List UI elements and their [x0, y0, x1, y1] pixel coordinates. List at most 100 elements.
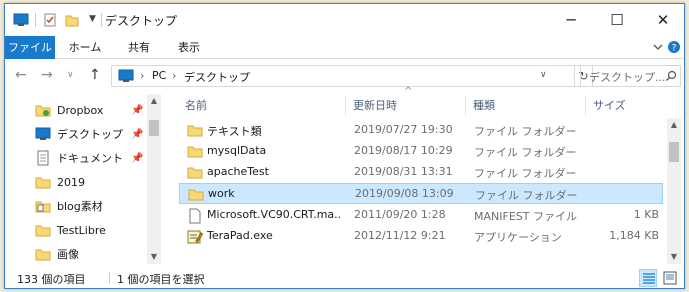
nav-item-blog[interactable]: blog素材	[35, 194, 145, 218]
minimize-button[interactable]: ─	[548, 4, 594, 35]
nav-item-label: TestLibre	[57, 223, 106, 237]
desktop-icon	[35, 127, 51, 140]
file-row[interactable]: apacheTest 2019/08/31 13:31 ファイル フォルダー	[179, 162, 663, 183]
selected-count: 1 個の項目を選択	[117, 273, 205, 286]
nav-scrollbar[interactable]: ▲ ▼	[147, 94, 161, 264]
nav-item-label: Dropbox	[57, 103, 104, 117]
details-view-icon[interactable]	[639, 269, 657, 287]
file-name: Microsoft.VC90.CRT.ma...	[207, 208, 342, 221]
tab-view[interactable]: 表示	[165, 36, 213, 59]
file-type: MANIFEST ファイル	[474, 210, 577, 223]
dropbox-folder-icon	[35, 105, 51, 117]
recent-locations-button[interactable]: ∨	[67, 70, 74, 80]
nav-item-label: ドキュメント	[57, 152, 123, 165]
file-row[interactable]: テキスト類 2019/07/27 19:30 ファイル フォルダー	[179, 120, 663, 141]
file-date: 2019/08/17 10:29	[354, 144, 453, 157]
breadcrumb-pc[interactable]: PC	[152, 69, 166, 82]
nav-item-label: 画像	[57, 248, 79, 261]
file-type: ファイル フォルダー	[474, 167, 577, 180]
address-bar[interactable]: › PC › デスクトップ ∨	[111, 65, 575, 87]
file-row[interactable]: mysqlData 2019/08/17 10:29 ファイル フォルダー	[179, 141, 663, 162]
nav-item-documents[interactable]: ドキュメント 📌	[35, 146, 145, 170]
file-type: アプリケーション	[474, 231, 562, 244]
folder-icon	[35, 249, 51, 261]
file-date: 2019/09/08 13:09	[355, 187, 454, 200]
column-divider[interactable]	[345, 96, 346, 116]
file-date: 2019/07/27 19:30	[354, 123, 453, 136]
search-icon	[666, 70, 677, 81]
explorer-window: ▼ デスクトップ ─ ☐ ✕ ファイル ホーム 共有 表示 ? ← → ∨ ↑ …	[4, 3, 685, 289]
folder-icon	[187, 167, 203, 179]
folder-icon	[187, 146, 203, 158]
pin-icon: 📌	[131, 104, 144, 116]
address-row: ← → ∨ ↑ › PC › デスクトップ ∨ ↻ デスクトップ...	[5, 61, 684, 91]
file-row[interactable]: TeraPad.exe 2012/11/12 9:21 アプリケーション 1,1…	[179, 226, 663, 247]
back-button[interactable]: ←	[15, 67, 27, 83]
scroll-down-icon[interactable]: ▼	[667, 252, 681, 261]
file-date: 2012/11/12 9:21	[354, 229, 446, 242]
svg-text:?: ?	[672, 44, 677, 54]
help-icon[interactable]: ?	[667, 40, 681, 54]
search-input[interactable]: デスクトップ...	[580, 65, 681, 87]
desktop-icon	[13, 13, 29, 26]
navigation-pane: Dropbox 📌 デスクトップ 📌 ドキュメント 📌 2019 blog素材	[5, 94, 163, 264]
file-date: 2019/08/31 13:31	[354, 165, 453, 178]
close-button[interactable]: ✕	[640, 4, 684, 35]
quick-access-dropdown-icon[interactable]: ▼	[89, 14, 96, 24]
column-header-size[interactable]: サイズ	[593, 94, 626, 118]
desktop-icon	[118, 69, 134, 82]
column-header-type[interactable]: 種類	[473, 94, 495, 118]
scroll-up-icon[interactable]: ▲	[147, 96, 161, 105]
item-count: 133 個の項目	[17, 273, 86, 286]
file-type: ファイル フォルダー	[474, 146, 577, 159]
chevron-down-icon[interactable]	[651, 40, 665, 54]
breadcrumb-separator-icon: ›	[140, 69, 145, 82]
large-icons-view-icon[interactable]	[661, 269, 679, 287]
file-name: TeraPad.exe	[207, 229, 273, 242]
nav-item-2019[interactable]: 2019	[35, 170, 145, 194]
search-placeholder: デスクトップ...	[589, 71, 666, 84]
forward-button[interactable]: →	[41, 67, 53, 83]
file-row[interactable]: Microsoft.VC90.CRT.ma... 2011/09/20 1:28…	[179, 205, 663, 226]
folder-icon	[188, 189, 204, 201]
file-row-selected[interactable]: work 2019/09/08 13:09 ファイル フォルダー	[179, 183, 663, 204]
file-size: 1,184 KB	[609, 229, 659, 242]
maximize-button[interactable]: ☐	[594, 4, 640, 35]
pin-icon: 📌	[131, 152, 144, 164]
properties-icon[interactable]	[43, 13, 57, 27]
column-header-date[interactable]: 更新日時	[353, 94, 397, 118]
documents-icon	[37, 150, 49, 166]
file-icon	[189, 208, 201, 224]
breadcrumb-separator-icon: ›	[172, 69, 177, 82]
nav-item-desktop[interactable]: デスクトップ 📌	[35, 122, 145, 146]
column-divider[interactable]	[585, 96, 586, 116]
folder-icon	[35, 177, 51, 189]
file-type: ファイル フォルダー	[475, 189, 578, 202]
column-divider[interactable]	[465, 96, 466, 116]
pin-icon: 📌	[131, 128, 144, 140]
ribbon-tabs: ファイル ホーム 共有 表示 ?	[5, 36, 684, 59]
nav-item-label: blog素材	[57, 200, 103, 213]
nav-item-label: 2019	[57, 175, 85, 189]
scroll-up-icon[interactable]: ▲	[667, 120, 681, 129]
address-dropdown-icon[interactable]: ∨	[540, 70, 547, 80]
column-header-name[interactable]: 名前	[185, 94, 207, 118]
file-date: 2011/09/20 1:28	[354, 208, 446, 221]
nav-scroll-thumb[interactable]	[149, 120, 159, 136]
file-list-scrollbar[interactable]: ▲ ▼	[667, 118, 681, 264]
breadcrumb-desktop[interactable]: デスクトップ	[184, 69, 250, 85]
nav-item-dropbox[interactable]: Dropbox 📌	[35, 98, 145, 122]
nav-item-testlibre[interactable]: TestLibre	[35, 218, 145, 242]
file-list: ^ 名前 更新日時 種類 サイズ テキスト類 2019/07/27 19:30 …	[175, 86, 663, 264]
tab-file[interactable]: ファイル	[5, 36, 55, 59]
tab-share[interactable]: 共有	[119, 36, 159, 59]
file-name: apacheTest	[207, 165, 269, 178]
up-button[interactable]: ↑	[89, 67, 101, 83]
tab-home[interactable]: ホーム	[59, 36, 111, 59]
file-size: 1 KB	[633, 208, 659, 221]
scroll-down-icon[interactable]: ▼	[147, 252, 161, 261]
new-folder-icon[interactable]	[65, 13, 79, 27]
folder-icon	[35, 225, 51, 237]
file-list-scroll-thumb[interactable]	[669, 142, 679, 162]
nav-item-images[interactable]: 画像	[35, 242, 145, 266]
